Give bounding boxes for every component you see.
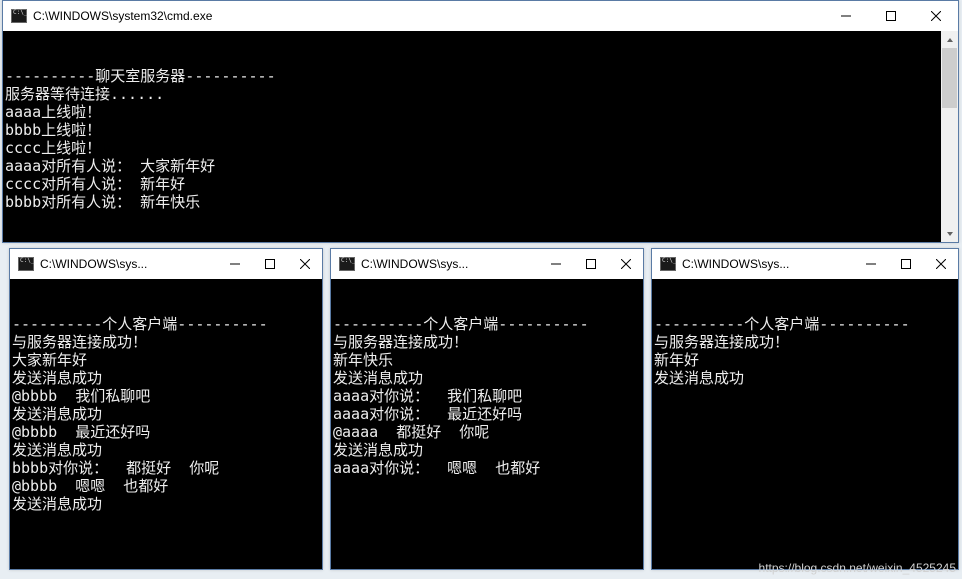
maximize-button[interactable] [573, 249, 608, 279]
window-controls [538, 249, 643, 279]
scroll-up-button[interactable] [941, 31, 958, 48]
cmd-window-client-3: C:\WINDOWS\sys... ----------个人客户端-------… [651, 248, 959, 570]
window-controls [217, 249, 322, 279]
cmd-window-client-1: C:\WINDOWS\sys... ----------个人客户端-------… [9, 248, 323, 570]
window-title: C:\WINDOWS\system32\cmd.exe [33, 9, 823, 23]
window-controls [823, 1, 958, 31]
close-button[interactable] [608, 249, 643, 279]
minimize-button[interactable] [217, 249, 252, 279]
maximize-button[interactable] [252, 249, 287, 279]
maximize-button[interactable] [888, 249, 923, 279]
scrollbar-thumb[interactable] [942, 48, 957, 108]
titlebar[interactable]: C:\WINDOWS\sys... [652, 249, 958, 279]
minimize-button[interactable] [538, 249, 573, 279]
terminal-output[interactable]: ----------聊天室服务器---------- 服务器等待连接......… [3, 31, 958, 242]
window-title: C:\WINDOWS\sys... [682, 257, 853, 271]
terminal-lines: ----------聊天室服务器---------- 服务器等待连接......… [5, 67, 956, 211]
titlebar[interactable]: C:\WINDOWS\system32\cmd.exe [3, 1, 958, 31]
terminal-output[interactable]: ----------个人客户端---------- 与服务器连接成功！ 大家新年… [10, 279, 322, 569]
watermark-text: https://blog.csdn.net/weixin_4525245 [759, 561, 956, 575]
titlebar[interactable]: C:\WINDOWS\sys... [331, 249, 643, 279]
cmd-icon [660, 257, 676, 271]
terminal-lines: ----------个人客户端---------- 与服务器连接成功！ 大家新年… [12, 315, 320, 513]
cmd-icon [11, 9, 27, 23]
minimize-button[interactable] [823, 1, 868, 31]
titlebar[interactable]: C:\WINDOWS\sys... [10, 249, 322, 279]
terminal-lines: ----------个人客户端---------- 与服务器连接成功！ 新年快乐… [333, 315, 641, 477]
cmd-window-server: C:\WINDOWS\system32\cmd.exe ----------聊天… [2, 0, 959, 243]
cmd-icon [339, 257, 355, 271]
terminal-lines: ----------个人客户端---------- 与服务器连接成功！ 新年好 … [654, 315, 956, 387]
cmd-icon [18, 257, 34, 271]
terminal-output[interactable]: ----------个人客户端---------- 与服务器连接成功！ 新年好 … [652, 279, 958, 569]
maximize-button[interactable] [868, 1, 913, 31]
window-title: C:\WINDOWS\sys... [361, 257, 538, 271]
scroll-down-button[interactable] [941, 225, 958, 242]
window-controls [853, 249, 958, 279]
window-title: C:\WINDOWS\sys... [40, 257, 217, 271]
cmd-window-client-2: C:\WINDOWS\sys... ----------个人客户端-------… [330, 248, 644, 570]
scrollbar[interactable] [941, 31, 958, 242]
close-button[interactable] [913, 1, 958, 31]
terminal-output[interactable]: ----------个人客户端---------- 与服务器连接成功！ 新年快乐… [331, 279, 643, 569]
close-button[interactable] [923, 249, 958, 279]
minimize-button[interactable] [853, 249, 888, 279]
close-button[interactable] [287, 249, 322, 279]
